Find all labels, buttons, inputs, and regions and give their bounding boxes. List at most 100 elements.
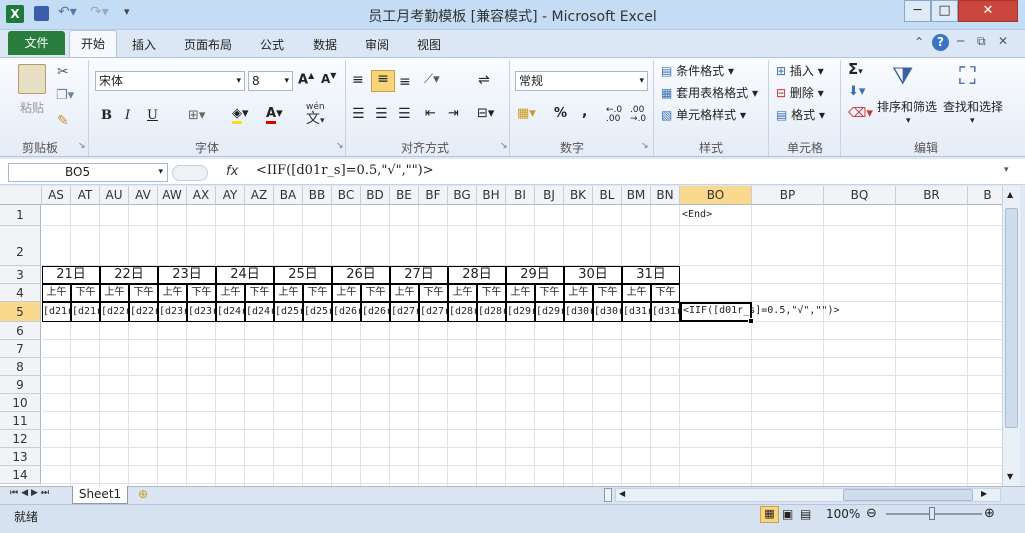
paste-icon[interactable] — [18, 64, 46, 94]
am-cell[interactable]: 上午 — [216, 284, 245, 302]
italic-button[interactable]: I — [125, 108, 130, 123]
expand-formula-icon[interactable]: ▾ — [1004, 165, 1009, 175]
field-cell[interactable]: [d21r — [71, 302, 100, 322]
column-header[interactable]: BQ — [824, 186, 896, 205]
font-size-combo[interactable]: 8 ▾ — [248, 71, 293, 91]
column-header[interactable]: AS — [42, 186, 71, 205]
row-header[interactable]: 3 — [0, 266, 41, 284]
scroll-right-icon[interactable]: ▶ — [981, 489, 987, 498]
decrease-decimal-icon[interactable]: .00 →.0 — [630, 106, 646, 124]
cell-styles-button[interactable]: ▧ 单元格样式 ▾ — [661, 106, 746, 123]
format-as-table-button[interactable]: ▦ 套用表格格式 ▾ — [661, 84, 758, 101]
am-cell[interactable]: 上午 — [390, 284, 419, 302]
am-cell[interactable]: 上午 — [274, 284, 303, 302]
tab-splitter[interactable] — [604, 488, 612, 502]
tab-formulas[interactable]: 公式 — [260, 36, 284, 53]
field-cell[interactable]: [d24r — [245, 302, 274, 322]
day-header[interactable]: 22日 — [100, 266, 158, 284]
column-header[interactable]: BA — [274, 186, 303, 205]
tab-data[interactable]: 数据 — [313, 36, 337, 53]
field-cell[interactable]: [d31r — [651, 302, 680, 322]
tab-home[interactable]: 开始 — [69, 30, 117, 58]
day-header[interactable]: 21日 — [42, 266, 100, 284]
field-cell[interactable]: [d28r — [477, 302, 506, 322]
number-format-combo[interactable]: 常规 ▾ — [515, 71, 648, 91]
row-header[interactable]: 10 — [0, 394, 41, 412]
field-cell[interactable]: [d29r — [506, 302, 535, 322]
am-cell[interactable]: 上午 — [564, 284, 593, 302]
shrink-font-icon[interactable]: A▼ — [321, 71, 336, 86]
day-header[interactable]: 23日 — [158, 266, 216, 284]
normal-view-icon[interactable]: ▦ — [760, 506, 779, 523]
zoom-slider-thumb[interactable] — [929, 507, 935, 520]
field-cell[interactable]: [d30r — [593, 302, 622, 322]
field-cell[interactable]: [d25r — [274, 302, 303, 322]
row-header[interactable]: 14 — [0, 466, 41, 484]
align-center-icon[interactable]: ☰ — [375, 106, 388, 122]
am-cell[interactable]: 上午 — [332, 284, 361, 302]
clipboard-launcher-icon[interactable]: ↘ — [78, 141, 86, 151]
field-cell[interactable]: [d21r — [42, 302, 71, 322]
field-cell[interactable]: [d28r — [448, 302, 477, 322]
row-header[interactable]: 8 — [0, 358, 41, 376]
font-color-icon[interactable]: A▾ — [266, 106, 283, 124]
row-header[interactable]: 7 — [0, 340, 41, 358]
paste-button[interactable]: 粘贴 — [20, 99, 44, 116]
day-header[interactable]: 27日 — [390, 266, 448, 284]
column-header[interactable]: AW — [158, 186, 187, 205]
page-layout-view-icon[interactable]: ▣ — [782, 507, 793, 521]
ribbon-minimize-icon[interactable]: ⌃ — [914, 35, 924, 49]
row-header[interactable]: 6 — [0, 322, 41, 340]
grow-font-icon[interactable]: A▲ — [298, 71, 314, 87]
insert-sheet-icon[interactable]: ⊕ — [138, 487, 148, 501]
close-button[interactable]: ✕ — [958, 0, 1018, 22]
tab-view[interactable]: 视图 — [417, 36, 441, 53]
field-cell[interactable]: [d29r — [535, 302, 564, 322]
insert-function-button[interactable]: fx — [226, 164, 238, 179]
sheet-tab-sheet1[interactable]: Sheet1 — [72, 486, 128, 504]
tab-review[interactable]: 审阅 — [365, 36, 389, 53]
am-cell[interactable]: 上午 — [506, 284, 535, 302]
day-header[interactable]: 24日 — [216, 266, 274, 284]
help-icon[interactable]: ? — [932, 34, 949, 51]
minimize-button[interactable]: ─ — [904, 0, 931, 22]
tab-file[interactable]: 文件 — [8, 31, 65, 55]
find-select-button[interactable]: 查找和选择 — [943, 98, 1003, 115]
column-header[interactable]: AV — [129, 186, 158, 205]
day-header[interactable]: 31日 — [622, 266, 680, 284]
sort-filter-button[interactable]: 排序和筛选 — [877, 98, 937, 115]
column-header[interactable]: BI — [506, 186, 535, 205]
am-cell[interactable]: 上午 — [158, 284, 187, 302]
column-header[interactable]: BC — [332, 186, 361, 205]
alignment-launcher-icon[interactable]: ↘ — [500, 141, 508, 151]
column-header[interactable]: BR — [896, 186, 968, 205]
formula-input[interactable]: <IIF([d01r_s]=0.5,"√","")> — [256, 163, 434, 178]
align-top-icon[interactable]: ≡ — [352, 72, 364, 88]
worksheet-grid[interactable]: AS AT AU AV AW AX AY AZ BA BB BC BD BE BF BG BH BI BJ BK BL… — [0, 186, 1002, 486]
column-header[interactable]: BO — [680, 186, 752, 205]
increase-decimal-icon[interactable]: ←.0.00 — [606, 106, 622, 124]
zoom-in-icon[interactable]: ⊕ — [984, 506, 995, 521]
field-cell[interactable]: [d26r — [361, 302, 390, 322]
doc-minimize-icon[interactable]: ─ — [957, 34, 964, 48]
doc-restore-icon[interactable]: ⧉ — [977, 34, 986, 49]
percent-button[interactable]: % — [554, 106, 567, 121]
tab-insert[interactable]: 插入 — [132, 36, 156, 53]
fill-handle[interactable] — [748, 318, 754, 324]
am-cell[interactable]: 上午 — [622, 284, 651, 302]
column-header[interactable]: BM — [622, 186, 651, 205]
row-header[interactable]: 2 — [0, 226, 41, 266]
day-header[interactable]: 29日 — [506, 266, 564, 284]
align-bottom-icon[interactable]: ≡ — [399, 74, 411, 90]
field-cell[interactable]: [d30r — [564, 302, 593, 322]
column-header[interactable]: BH — [477, 186, 506, 205]
column-header[interactable]: BJ — [535, 186, 564, 205]
day-header[interactable]: 28日 — [448, 266, 506, 284]
maximize-button[interactable]: □ — [931, 0, 958, 22]
underline-button[interactable]: U — [147, 108, 158, 123]
border-icon[interactable]: ⊞▾ — [188, 108, 205, 123]
page-break-view-icon[interactable]: ▤ — [800, 507, 811, 521]
field-cell[interactable]: [d25r — [303, 302, 332, 322]
row-header[interactable]: 12 — [0, 430, 41, 448]
column-header[interactable]: BP — [752, 186, 824, 205]
